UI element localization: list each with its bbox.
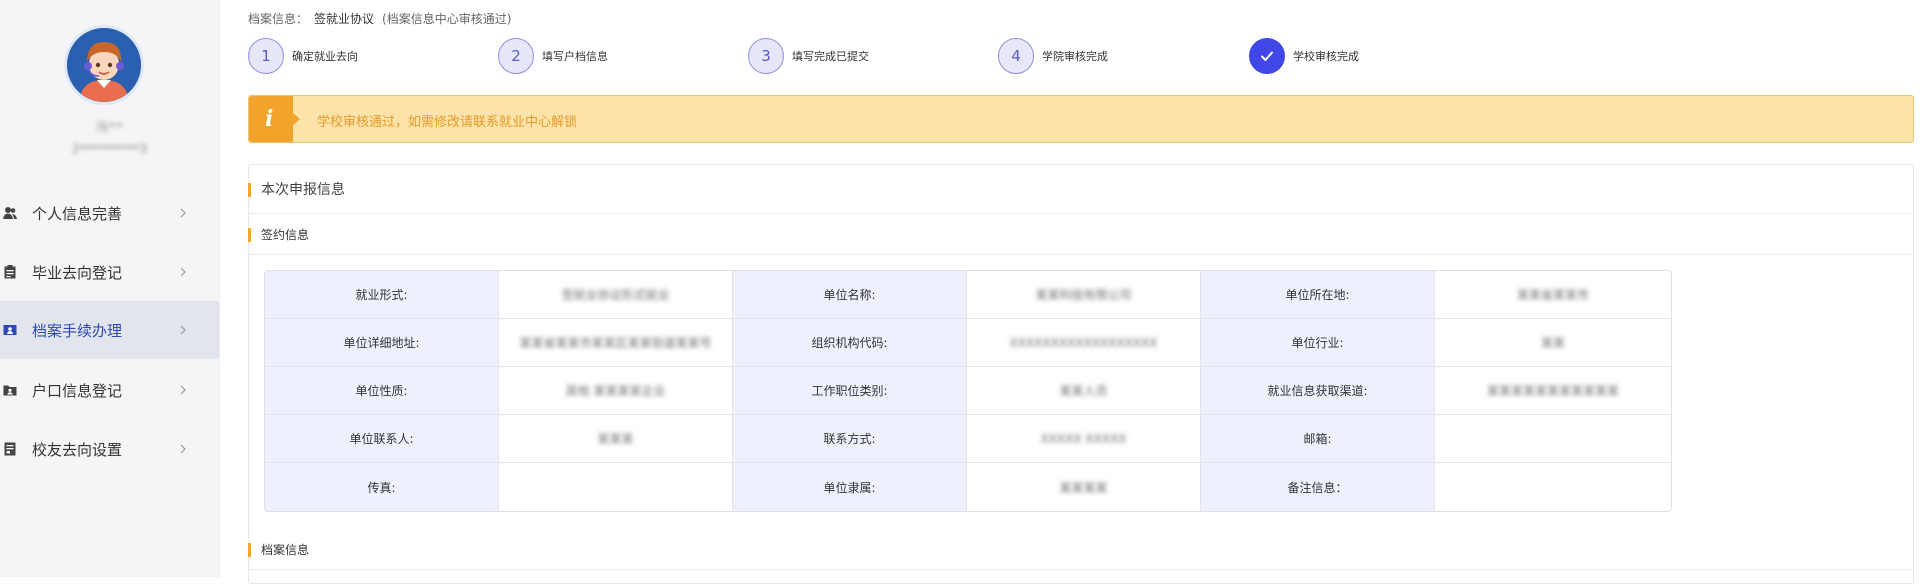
user-id: 2**********3 bbox=[71, 142, 148, 156]
chevron-right-icon bbox=[180, 267, 186, 277]
field-value: 某某 bbox=[1435, 319, 1671, 367]
field-label: 单位所在地: bbox=[1201, 271, 1435, 319]
avatar[interactable] bbox=[67, 28, 141, 102]
divider bbox=[249, 254, 1913, 255]
field-value: 某某人员 bbox=[967, 367, 1201, 415]
field-label: 单位隶属: bbox=[733, 463, 967, 511]
sidebar-item-alumni-destination[interactable]: 校友去向设置 bbox=[0, 420, 219, 478]
table-row: 就业形式: 签就业协议形式就业 单位名称: 某某科技有限公司 单位所在地: 某某… bbox=[265, 271, 1671, 319]
avatar-illustration-icon bbox=[67, 28, 141, 102]
field-value: 其他 某某某某企业 bbox=[499, 367, 733, 415]
sidebar-item-label: 毕业去向登记 bbox=[32, 263, 123, 282]
step-number: 1 bbox=[248, 38, 284, 74]
chevron-right-icon bbox=[180, 208, 186, 218]
step-1: 1 确定就业去向 bbox=[248, 38, 358, 74]
sidebar-item-graduation-destination[interactable]: 毕业去向登记 bbox=[0, 243, 219, 301]
field-label: 邮箱: bbox=[1201, 415, 1435, 463]
field-label: 单位性质: bbox=[265, 367, 499, 415]
table-row: 单位性质: 其他 某某某某企业 工作职位类别: 某某人员 就业信息获取渠道: 某… bbox=[265, 367, 1671, 415]
sidebar: 冯** 2**********3 个人信息完善 毕业去向登记 档案手续办理 户口… bbox=[0, 0, 220, 577]
step-label: 学校审核完成 bbox=[1293, 50, 1359, 63]
field-label: 联系方式: bbox=[733, 415, 967, 463]
chevron-right-icon bbox=[180, 444, 186, 454]
step-number: 2 bbox=[498, 38, 534, 74]
folder-user-icon bbox=[3, 383, 17, 397]
sidebar-item-household-registration[interactable]: 户口信息登记 bbox=[0, 361, 219, 419]
field-label: 工作职位类别: bbox=[733, 367, 967, 415]
step-label: 填写完成已提交 bbox=[792, 50, 869, 63]
table-row: 单位联系人: 某某某 联系方式: XXXXX XXXXX 邮箱: bbox=[265, 415, 1671, 463]
field-value bbox=[499, 463, 733, 511]
breadcrumb-note: (档案信息中心审核通过) bbox=[382, 12, 512, 26]
sidebar-item-personal-info[interactable]: 个人信息完善 bbox=[0, 184, 219, 242]
field-label: 单位详细地址: bbox=[265, 319, 499, 367]
chevron-right-icon bbox=[180, 325, 186, 335]
sign-info-table: 就业形式: 签就业协议形式就业 单位名称: 某某科技有限公司 单位所在地: 某某… bbox=[264, 270, 1672, 512]
info-icon: i bbox=[249, 96, 300, 142]
table-row: 单位详细地址: 某某省某某市某某区某某街道某某号 组织机构代码: XXXXXXX… bbox=[265, 319, 1671, 367]
step-number: 4 bbox=[998, 38, 1034, 74]
sidebar-item-label: 户口信息登记 bbox=[32, 381, 123, 400]
field-value: 某某省某某市某某区某某街道某某号 bbox=[499, 319, 733, 367]
person-icon bbox=[3, 206, 17, 220]
sidebar-item-label: 校友去向设置 bbox=[32, 440, 123, 459]
breadcrumb: 档案信息： 签就业协议 (档案信息中心审核通过) bbox=[248, 10, 511, 27]
id-card-icon bbox=[3, 323, 17, 337]
field-label: 组织机构代码: bbox=[733, 319, 967, 367]
table-row: 传真: 单位隶属: 某某某某 备注信息： bbox=[265, 463, 1671, 511]
chevron-right-icon bbox=[180, 385, 186, 395]
field-value: XXXXX XXXXX bbox=[967, 415, 1201, 463]
section-title-report: 本次申报信息 bbox=[248, 183, 345, 197]
field-label: 就业信息获取渠道: bbox=[1201, 367, 1435, 415]
status-alert: i 学校审核通过，如需修改请联系就业中心解锁 bbox=[248, 95, 1914, 143]
field-label: 传真: bbox=[265, 463, 499, 511]
field-value: 签就业协议形式就业 bbox=[499, 271, 733, 319]
checkmark-icon bbox=[1261, 51, 1273, 61]
step-label: 学院审核完成 bbox=[1042, 50, 1108, 63]
field-label: 单位名称: bbox=[733, 271, 967, 319]
section-title-archive: 档案信息 bbox=[248, 543, 309, 557]
breadcrumb-label: 档案信息： bbox=[248, 12, 309, 26]
field-label: 就业形式: bbox=[265, 271, 499, 319]
clipboard-icon bbox=[3, 265, 17, 279]
step-5: 学校审核完成 bbox=[1249, 38, 1359, 74]
field-value: 某某某某某某某某某某某 bbox=[1435, 367, 1671, 415]
field-label: 备注信息： bbox=[1201, 463, 1435, 511]
field-label: 单位联系人: bbox=[265, 415, 499, 463]
sidebar-item-archive-procedures[interactable]: 档案手续办理 bbox=[0, 301, 219, 359]
divider bbox=[249, 213, 1913, 214]
sidebar-item-label: 档案手续办理 bbox=[32, 321, 123, 340]
breadcrumb-value: 签就业协议 bbox=[314, 12, 375, 26]
step-number: 3 bbox=[748, 38, 784, 74]
field-value: XXXXXXXXXXXXXXXXXX bbox=[967, 319, 1201, 367]
field-value: 某某某某 bbox=[967, 463, 1201, 511]
step-3: 3 填写完成已提交 bbox=[748, 38, 869, 74]
user-name: 冯** bbox=[95, 120, 123, 134]
field-value bbox=[1435, 463, 1671, 511]
field-value: 某某科技有限公司 bbox=[967, 271, 1201, 319]
field-value: 某某省某某市 bbox=[1435, 271, 1671, 319]
step-complete-check bbox=[1249, 38, 1285, 74]
divider bbox=[249, 569, 1913, 570]
step-4: 4 学院审核完成 bbox=[998, 38, 1108, 74]
field-value: 某某某 bbox=[499, 415, 733, 463]
step-label: 填写户档信息 bbox=[542, 50, 608, 63]
section-title-sign: 签约信息 bbox=[248, 228, 309, 242]
field-label: 单位行业: bbox=[1201, 319, 1435, 367]
step-label: 确定就业去向 bbox=[292, 50, 358, 63]
step-2: 2 填写户档信息 bbox=[498, 38, 608, 74]
field-value bbox=[1435, 415, 1671, 463]
alert-message: 学校审核通过，如需修改请联系就业中心解锁 bbox=[317, 115, 578, 130]
document-icon bbox=[3, 442, 17, 456]
sidebar-item-label: 个人信息完善 bbox=[32, 204, 123, 223]
